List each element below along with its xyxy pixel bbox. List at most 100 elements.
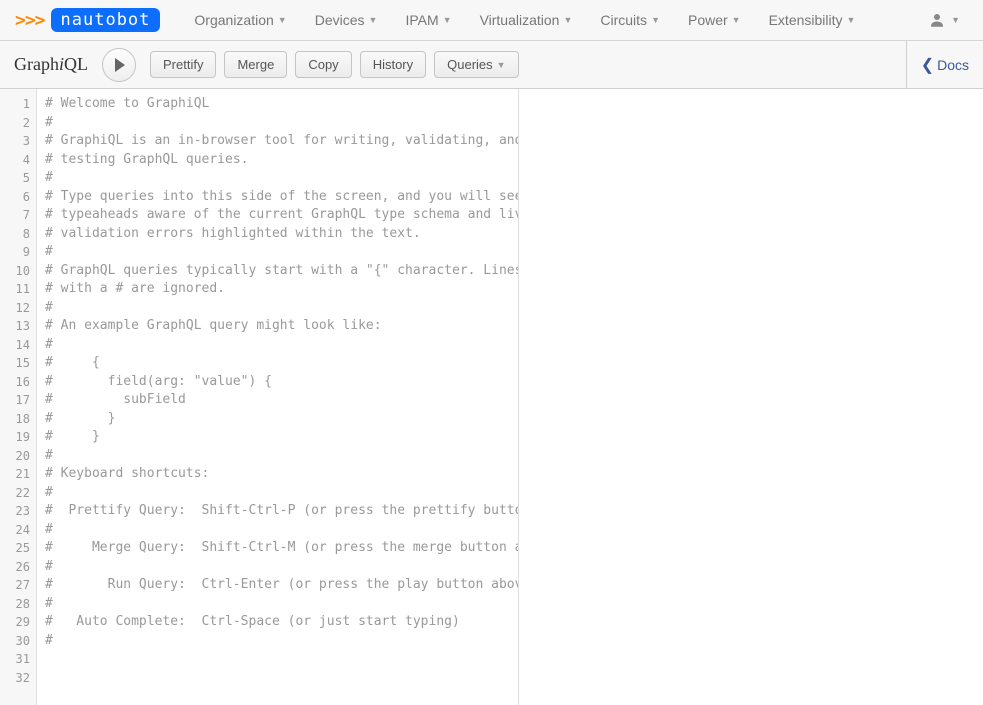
line-number: 4 [0,151,36,170]
code-line: # GraphQL queries typically start with a… [45,262,518,281]
code-line: # with a # are ignored. [45,280,518,299]
code-line: # Type queries into this side of the scr… [45,188,518,207]
merge-button[interactable]: Merge [224,51,287,78]
chevron-left-icon: ❮ [921,55,934,75]
caret-down-icon: ▼ [651,15,660,25]
code-line: # typeaheads aware of the current GraphQ… [45,206,518,225]
execute-button[interactable] [102,48,136,82]
code-line: # Auto Complete: Ctrl-Space (or just sta… [45,613,518,632]
graphiql-toolbar: GraphiQL Prettify Merge Copy History Que… [0,41,983,89]
docs-toggle[interactable]: ❮ Docs [906,41,969,88]
play-icon [115,58,125,72]
code-line: # { [45,354,518,373]
line-number: 27 [0,576,36,595]
line-number: 6 [0,188,36,207]
code-line: # [45,169,518,188]
line-number: 9 [0,243,36,262]
line-number: 24 [0,521,36,540]
line-number: 8 [0,225,36,244]
caret-down-icon: ▼ [278,15,287,25]
line-number: 3 [0,132,36,151]
line-number: 25 [0,539,36,558]
line-number: 7 [0,206,36,225]
line-number: 22 [0,484,36,503]
line-number: 17 [0,391,36,410]
nav-extensibility[interactable]: Extensibility▼ [759,6,866,34]
line-number: 13 [0,317,36,336]
line-number: 30 [0,632,36,651]
code-line: # Welcome to GraphiQL [45,95,518,114]
user-icon [928,11,946,29]
line-number: 2 [0,114,36,133]
nav-organization[interactable]: Organization▼ [184,6,296,34]
code-line: # testing GraphQL queries. [45,151,518,170]
code-line [45,669,518,688]
code-line: # Run Query: Ctrl-Enter (or press the pl… [45,576,518,595]
code-line: # [45,595,518,614]
caret-down-icon: ▼ [563,15,572,25]
code-line: # field(arg: "value") { [45,373,518,392]
toolbar-buttons: Prettify Merge Copy History Queries▼ [150,51,519,78]
prompt-icon: >>> [15,10,45,31]
line-number: 12 [0,299,36,318]
code-line: # [45,632,518,651]
graphiql-title: GraphiQL [14,54,88,75]
line-number: 11 [0,280,36,299]
caret-down-icon: ▼ [847,15,856,25]
line-number: 5 [0,169,36,188]
code-line: # Keyboard shortcuts: [45,465,518,484]
line-number: 21 [0,465,36,484]
line-number: 16 [0,373,36,392]
code-line: # [45,336,518,355]
code-line: # [45,484,518,503]
nav-power[interactable]: Power▼ [678,6,751,34]
line-number: 19 [0,428,36,447]
line-number: 18 [0,410,36,429]
code-line: # [45,243,518,262]
code-line: # [45,114,518,133]
line-number: 28 [0,595,36,614]
nav-ipam[interactable]: IPAM▼ [395,6,461,34]
code-line: # Prettify Query: Shift-Ctrl-P (or press… [45,502,518,521]
top-nav: >>> nautobot Organization▼ Devices▼ IPAM… [0,0,983,41]
history-button[interactable]: History [360,51,426,78]
logo[interactable]: >>> nautobot [15,8,160,32]
query-pane: 1234567891011121314151617181920212223242… [0,89,519,705]
nav-circuits[interactable]: Circuits▼ [590,6,670,34]
caret-down-icon: ▼ [369,15,378,25]
line-number: 31 [0,650,36,669]
code-line: # } [45,428,518,447]
user-menu[interactable]: ▼ [920,7,968,33]
queries-button[interactable]: Queries▼ [434,51,518,78]
docs-label: Docs [937,57,969,73]
nav-items: Organization▼ Devices▼ IPAM▼ Virtualizat… [184,6,865,34]
line-number: 1 [0,95,36,114]
code-line: # } [45,410,518,429]
line-number: 32 [0,669,36,688]
code-line: # Merge Query: Shift-Ctrl-M (or press th… [45,539,518,558]
code-line: # [45,447,518,466]
code-line: # validation errors highlighted within t… [45,225,518,244]
editor-area: 1234567891011121314151617181920212223242… [0,89,983,705]
line-number: 26 [0,558,36,577]
caret-down-icon: ▼ [732,15,741,25]
nav-virtualization[interactable]: Virtualization▼ [470,6,583,34]
result-pane [519,89,983,705]
code-line: # subField [45,391,518,410]
code-line [45,650,518,669]
line-number: 14 [0,336,36,355]
caret-down-icon: ▼ [497,60,506,70]
brand-name: nautobot [51,8,161,32]
prettify-button[interactable]: Prettify [150,51,216,78]
nav-devices[interactable]: Devices▼ [305,6,388,34]
line-number: 29 [0,613,36,632]
code-line: # An example GraphQL query might look li… [45,317,518,336]
line-number: 10 [0,262,36,281]
line-number: 15 [0,354,36,373]
copy-button[interactable]: Copy [295,51,351,78]
query-editor[interactable]: # Welcome to GraphiQL## GraphiQL is an i… [37,89,518,705]
line-gutter: 1234567891011121314151617181920212223242… [0,89,37,705]
code-line: # [45,299,518,318]
line-number: 20 [0,447,36,466]
code-line: # GraphiQL is an in-browser tool for wri… [45,132,518,151]
